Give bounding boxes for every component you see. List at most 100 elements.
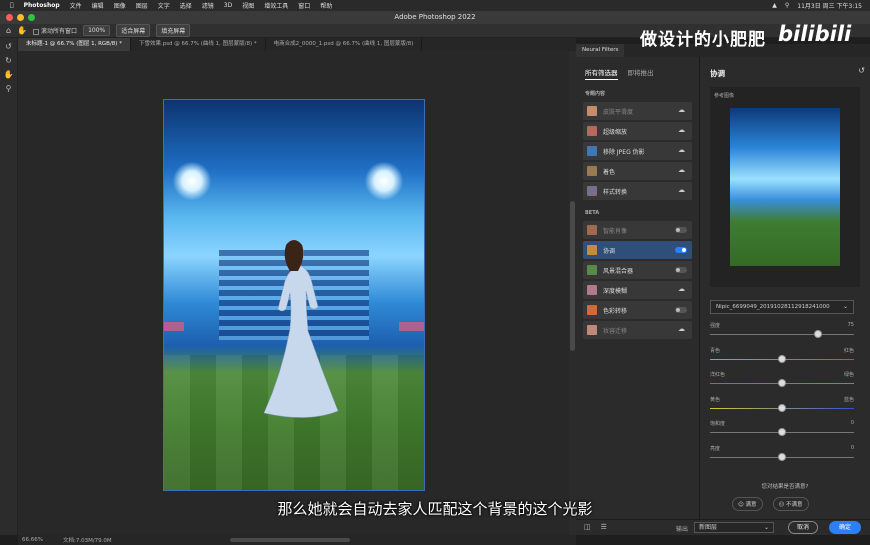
slider-knob[interactable] [778, 354, 786, 363]
adjust-slider[interactable]: 青色 红色 [710, 347, 854, 371]
filter-item[interactable]: 移除 JPEG 伪影 ☁ [583, 142, 692, 160]
tab-all-filters[interactable]: 所有筛选器 [585, 67, 618, 80]
menu-plugins[interactable]: 增效工具 [264, 1, 288, 10]
menu-app-name[interactable]: Photoshop [24, 2, 60, 9]
filter-toggle[interactable] [675, 247, 687, 253]
filter-item[interactable]: 深度模糊 ☁ [583, 281, 692, 299]
featured-filters: 皮肤平滑度 ☁ 超级缩放 ☁ 移除 JPEG 伪影 ☁ 着色 ☁ 样式转换 ☁ [576, 102, 699, 200]
slider-knob[interactable] [778, 403, 786, 412]
maximize-window-button[interactable] [28, 14, 35, 21]
cloud-download-icon[interactable]: ☁ [678, 166, 686, 174]
adjust-slider[interactable]: 洋红色 绿色 [710, 371, 854, 395]
filter-label: 移除 JPEG 伪影 [603, 148, 645, 156]
filter-item[interactable]: 皮肤平滑度 ☁ [583, 102, 692, 120]
filter-label: 妆容迁移 [603, 327, 628, 335]
filter-item[interactable]: 色彩转移 [583, 301, 692, 319]
minimize-window-button[interactable] [17, 14, 24, 21]
slider-track[interactable] [710, 334, 854, 335]
neural-filters-tab[interactable]: Neural Filters [576, 44, 625, 57]
menu-window[interactable]: 窗口 [298, 1, 310, 10]
rotate-icon[interactable]: ↻ [4, 56, 14, 66]
rotate-view-icon[interactable]: ↺ [4, 42, 14, 52]
menu-view[interactable]: 视图 [242, 1, 254, 10]
canvas-horizontal-scrollbar[interactable] [230, 538, 350, 542]
reference-image-select[interactable]: Nipic_6699049_20191028112918241000 ⌄ [710, 300, 854, 314]
apple-icon[interactable]:  [10, 2, 14, 9]
menu-file[interactable]: 文件 [70, 1, 82, 10]
adjust-slider[interactable]: 黄色 蓝色 [710, 396, 854, 420]
checkbox-box[interactable] [33, 28, 40, 35]
filter-label: 深度模糊 [603, 287, 628, 295]
adjust-slider[interactable]: 强度 75 [710, 322, 854, 346]
filter-item[interactable]: 着色 ☁ [583, 162, 692, 180]
canvas-vertical-scrollbar[interactable] [569, 51, 576, 535]
scroll-all-label: 滚动所有窗口 [41, 28, 78, 35]
menu-help[interactable]: 帮助 [320, 1, 332, 10]
cloud-download-icon[interactable]: ☁ [678, 126, 686, 134]
filter-thumbnail [587, 106, 597, 116]
filter-item[interactable]: 妆容迁移 ☁ [583, 321, 692, 339]
slider-knob[interactable] [778, 452, 786, 461]
document-canvas-image[interactable] [163, 99, 425, 491]
menu-edit[interactable]: 编辑 [92, 1, 104, 10]
tab-waitlist[interactable]: 即将推出 [628, 67, 654, 80]
reference-image-box: 参考图像 [710, 87, 860, 287]
ok-button[interactable]: 确定 [829, 521, 861, 534]
status-doc-size: 文档:7.03M/79.0M [62, 538, 112, 544]
layers-icon[interactable]: ☰ [601, 523, 607, 531]
cancel-button[interactable]: 取消 [788, 521, 818, 534]
clock[interactable]: 11月3日 周三 下午3:15 [797, 1, 862, 10]
adjust-slider[interactable]: 饱和度 0 [710, 420, 854, 444]
feedback-question: 您对结果是否满意? [761, 484, 809, 490]
home-icon[interactable]: ⌂ [6, 26, 11, 35]
compare-icon[interactable]: ◫ [584, 523, 591, 531]
doc-tab-untitled[interactable]: 未标题-1 @ 66.7% (图层 1, RGB/8) * [18, 38, 131, 51]
adjust-slider[interactable]: 亮度 0 [710, 445, 854, 469]
filter-item[interactable]: 智能肖像 [583, 221, 692, 239]
filter-thumbnail [587, 186, 597, 196]
menu-image[interactable]: 图像 [114, 1, 126, 10]
slider-knob[interactable] [778, 428, 786, 436]
filter-item[interactable]: 风景混合器 [583, 261, 692, 279]
status-zoom[interactable]: 66.66% [22, 537, 43, 543]
cloud-download-icon[interactable]: ☁ [678, 325, 686, 333]
filter-item[interactable]: 超级缩放 ☁ [583, 122, 692, 140]
cloud-download-icon[interactable]: ☁ [678, 146, 686, 154]
hand-icon[interactable]: ✋ [4, 70, 14, 80]
filter-toggle[interactable] [675, 267, 687, 273]
slider-left-label: 青色 [710, 347, 721, 354]
search-icon[interactable]: ⚲ [785, 2, 789, 9]
menu-select[interactable]: 选择 [180, 1, 192, 10]
filter-label: 超级缩放 [603, 128, 628, 136]
scroll-thumb[interactable] [570, 201, 575, 351]
output-value: 新图层 [699, 524, 718, 531]
menu-filter[interactable]: 滤镜 [202, 1, 214, 10]
cloud-download-icon[interactable]: ☁ [678, 285, 686, 293]
filter-toggle[interactable] [675, 227, 687, 233]
close-window-button[interactable] [6, 14, 13, 21]
reset-icon[interactable]: ↺ [858, 66, 865, 75]
filter-toggle[interactable] [675, 307, 687, 313]
slider-left-label: 强度 [710, 323, 721, 329]
doc-tab-ecommerce[interactable]: 电商合成2_0000_1.psd @ 66.7% (曲线 1, 图层蒙版/8) [266, 38, 423, 51]
zoom-icon[interactable]: ⚲ [4, 84, 14, 94]
slider-knob[interactable] [814, 330, 822, 338]
cloud-download-icon[interactable]: ☁ [678, 186, 686, 194]
slider-knob[interactable] [778, 379, 786, 387]
wifi-icon[interactable]: ▲ [772, 2, 777, 9]
output-select[interactable]: 新图层 ⌄ [694, 522, 774, 533]
filter-item[interactable]: 样式转换 ☁ [583, 182, 692, 200]
filter-label: 智能肖像 [603, 227, 628, 235]
fill-screen-button[interactable]: 填充屏幕 [156, 24, 191, 37]
menu-layer[interactable]: 图层 [136, 1, 148, 10]
menu-3d[interactable]: 3D [224, 2, 232, 9]
fit-screen-button[interactable]: 适合屏幕 [116, 24, 151, 37]
cloud-download-icon[interactable]: ☁ [678, 106, 686, 114]
filter-label: 协调 [603, 247, 616, 255]
zoom-100-button[interactable]: 100% [83, 25, 111, 36]
menu-type[interactable]: 文字 [158, 1, 170, 10]
hand-tool-icon[interactable]: ✋ [17, 26, 27, 35]
filter-item[interactable]: 协调 [583, 241, 692, 259]
doc-tab-snow[interactable]: 下雪效果.psd @ 66.7% (曲线 1, 图层蒙版/8) * [131, 38, 266, 51]
scroll-all-checkbox[interactable]: 滚动所有窗口 [33, 26, 77, 35]
